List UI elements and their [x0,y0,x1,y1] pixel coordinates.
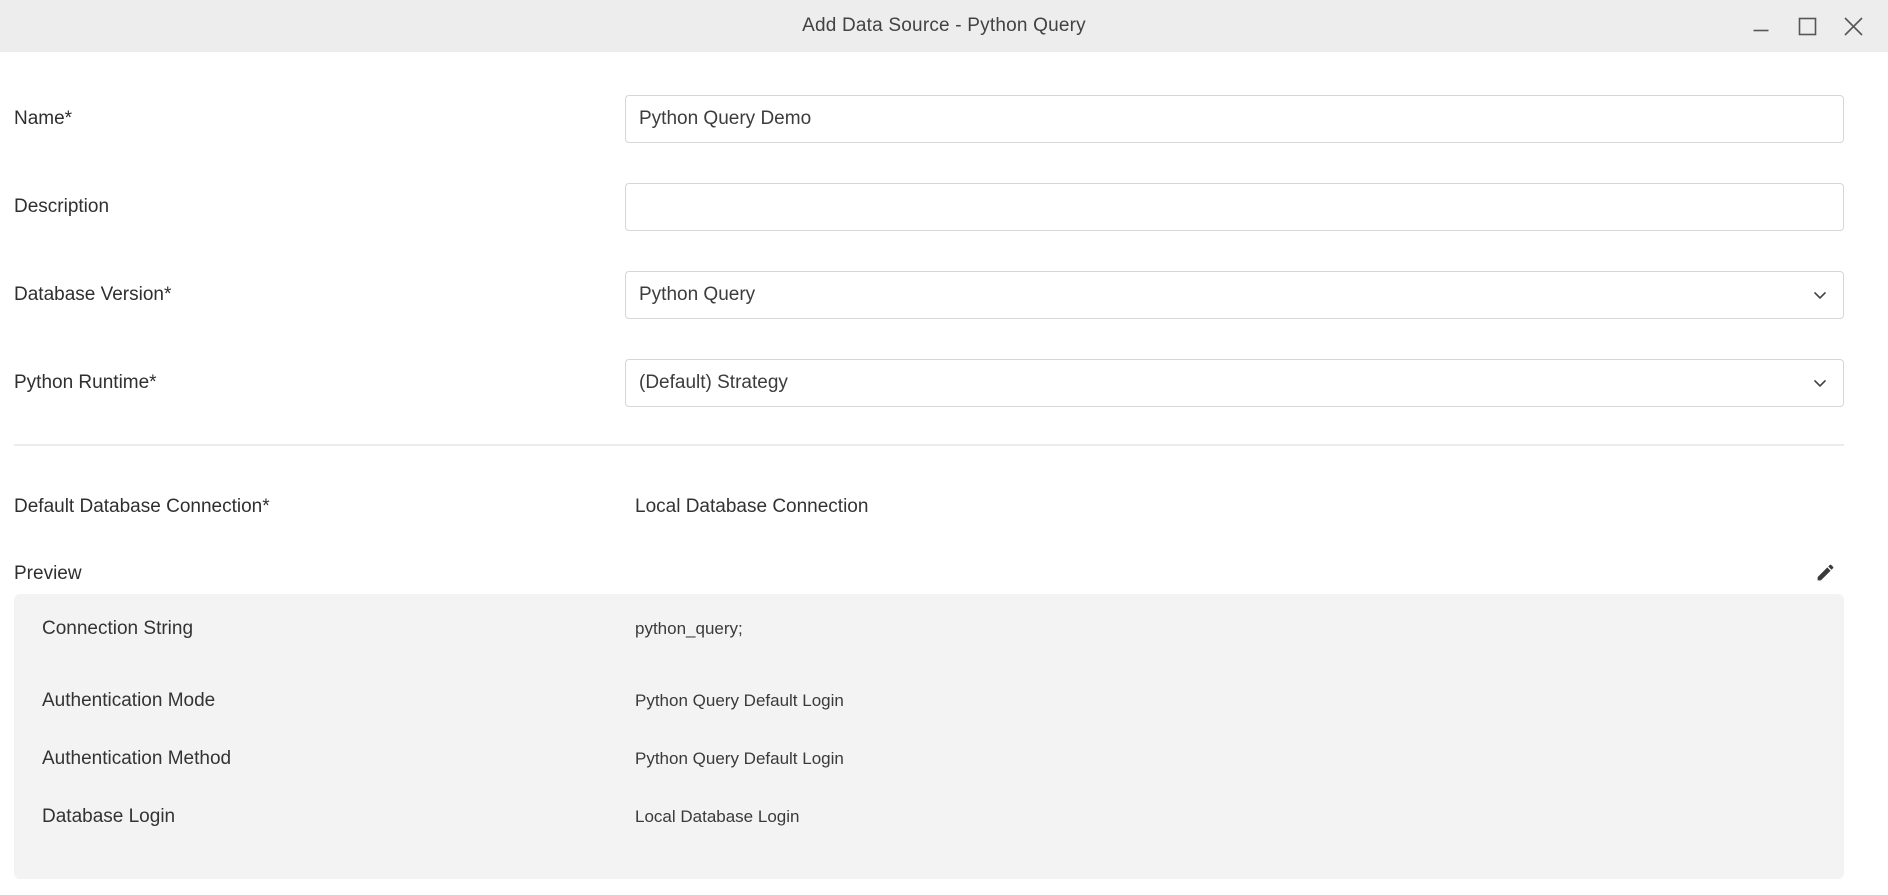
database-version-value: Python Query [639,284,755,306]
database-version-label: Database Version* [14,284,625,306]
name-label: Name* [14,108,625,130]
section-divider [14,444,1844,446]
preview-row-authentication-method: Authentication Method Python Query Defau… [14,746,1844,772]
preview-header: Preview [14,560,1844,588]
database-login-value: Local Database Login [625,807,799,827]
preview-row-database-login: Database Login Local Database Login [14,804,1844,830]
authentication-mode-value: Python Query Default Login [625,691,844,711]
preview-label: Preview [14,563,625,585]
database-login-label: Database Login [14,806,625,828]
connection-string-value: python_query; [625,619,743,639]
default-connection-label: Default Database Connection* [14,496,625,518]
preview-row-authentication-mode: Authentication Mode Python Query Default… [14,688,1844,714]
dialog-title: Add Data Source - Python Query [0,15,1888,37]
connection-string-label: Connection String [14,618,625,640]
default-connection-row: Default Database Connection* Local Datab… [14,494,1844,520]
description-input[interactable] [625,183,1844,231]
maximize-icon [1798,17,1817,36]
form-row-python-runtime: Python Runtime* (Default) Strategy [14,359,1844,407]
authentication-method-value: Python Query Default Login [625,749,844,769]
pencil-icon [1815,562,1836,586]
window-controls [1738,0,1876,52]
form-row-description: Description [14,183,1844,231]
python-runtime-select[interactable]: (Default) Strategy [625,359,1844,407]
name-input[interactable] [625,95,1844,143]
dialog-content: Name* Description Database Version* Pyth… [0,95,1888,879]
minimize-button[interactable] [1738,0,1784,52]
database-version-select[interactable]: Python Query [625,271,1844,319]
form-row-name: Name* [14,95,1844,143]
preview-row-connection-string: Connection String python_query; [14,616,1844,642]
authentication-mode-label: Authentication Mode [14,690,625,712]
add-data-source-dialog: Add Data Source - Python Query Nam [0,0,1888,895]
chevron-down-icon [1810,285,1830,305]
minimize-icon [1752,17,1770,35]
python-runtime-label: Python Runtime* [14,372,625,394]
authentication-method-label: Authentication Method [14,748,625,770]
maximize-button[interactable] [1784,0,1830,52]
chevron-down-icon [1810,373,1830,393]
form-row-database-version: Database Version* Python Query [14,271,1844,319]
edit-preview-button[interactable] [1812,561,1838,587]
preview-panel: Connection String python_query; Authenti… [14,594,1844,879]
titlebar: Add Data Source - Python Query [0,0,1888,52]
description-label: Description [14,196,625,218]
close-button[interactable] [1830,0,1876,52]
python-runtime-value: (Default) Strategy [639,372,788,394]
default-connection-value: Local Database Connection [625,496,868,518]
close-icon [1843,16,1864,37]
